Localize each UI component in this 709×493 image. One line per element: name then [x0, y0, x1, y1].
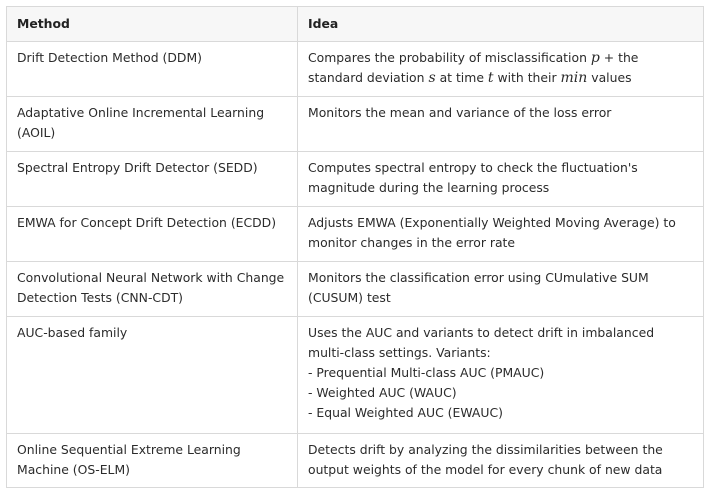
idea-text: with their — [493, 70, 561, 85]
table-header: Method Idea — [6, 6, 704, 42]
idea-cell: Detects drift by analyzing the dissimila… — [297, 433, 704, 488]
table-row: Adaptative Online Incremental Learning (… — [6, 96, 704, 152]
idea-cell: Monitors the classification error using … — [297, 261, 704, 317]
idea-text: Uses the AUC and variants to detect drif… — [308, 325, 655, 360]
table-row: Online Sequential Extreme Learning Machi… — [6, 433, 704, 488]
idea-cell: Computes spectral entropy to check the f… — [297, 151, 704, 207]
table-row: Drift Detection Method (DDM) Compares th… — [6, 41, 704, 97]
method-cell: AUC-based family — [6, 316, 298, 434]
idea-cell: Monitors the mean and variance of the lo… — [297, 96, 704, 152]
idea-text: at time — [435, 70, 488, 85]
list-item: - Equal Weighted AUC (EWAUC) — [308, 405, 503, 420]
math-p: p — [590, 50, 600, 66]
table-row: Spectral Entropy Drift Detector (SEDD) C… — [6, 151, 704, 207]
list-item: - Prequential Multi-class AUC (PMAUC) — [308, 365, 545, 380]
method-cell: Adaptative Online Incremental Learning (… — [6, 96, 298, 152]
list-item: - Weighted AUC (WAUC) — [308, 385, 457, 400]
method-cell: EMWA for Concept Drift Detection (ECDD) — [6, 206, 298, 262]
method-cell: Spectral Entropy Drift Detector (SEDD) — [6, 151, 298, 207]
header-row: Method Idea — [6, 6, 704, 42]
table-row: AUC-based family Uses the AUC and varian… — [6, 316, 704, 434]
table-row: Convolutional Neural Network with Change… — [6, 261, 704, 317]
idea-cell: Compares the probability of misclassific… — [297, 41, 704, 97]
math-s: s — [428, 70, 436, 86]
method-cell: Drift Detection Method (DDM) — [6, 41, 298, 97]
method-cell: Convolutional Neural Network with Change… — [6, 261, 298, 317]
idea-cell: Adjusts EMWA (Exponentially Weighted Mov… — [297, 206, 704, 262]
drift-methods-table: Method Idea Drift Detection Method (DDM)… — [6, 6, 704, 488]
header-idea: Idea — [297, 6, 704, 42]
method-cell: Online Sequential Extreme Learning Machi… — [6, 433, 298, 488]
table-row: EMWA for Concept Drift Detection (ECDD) … — [6, 206, 704, 262]
math-min: min — [560, 70, 588, 86]
idea-cell: Uses the AUC and variants to detect drif… — [297, 316, 704, 434]
idea-text: Compares the probability of misclassific… — [308, 50, 591, 65]
idea-text: values — [587, 70, 632, 85]
header-method: Method — [6, 6, 298, 42]
methods-table-container: Method Idea Drift Detection Method (DDM)… — [6, 6, 704, 488]
variants-list: - Prequential Multi-class AUC (PMAUC) - … — [308, 363, 693, 423]
